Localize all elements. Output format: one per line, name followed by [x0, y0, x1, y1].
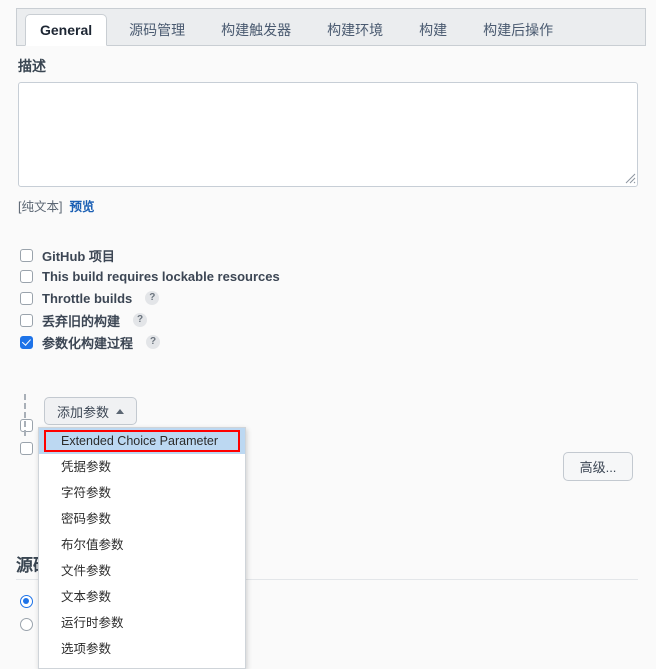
help-icon-discard-old-builds[interactable]: ?: [133, 313, 148, 327]
add-parameter-menu[interactable]: Extended Choice Parameter 凭据参数 字符参数 密码参数…: [38, 427, 246, 669]
menu-item-password-parameter[interactable]: 密码参数: [39, 506, 245, 532]
description-label: 描述: [18, 58, 46, 74]
preview-link[interactable]: 预览: [69, 196, 94, 215]
advanced-button-label: 高级...: [579, 460, 617, 475]
tab-general[interactable]: General: [25, 14, 108, 46]
menu-item-text-parameter[interactable]: 文本参数: [39, 584, 245, 610]
checkbox-lockable-resources[interactable]: [20, 269, 33, 283]
checkbox-discard-old-builds[interactable]: [20, 313, 33, 327]
plain-text-note: [纯文本]: [18, 200, 63, 214]
option-row-throttle-builds[interactable]: Throttle builds ?: [20, 289, 160, 307]
option-row-github-project[interactable]: GitHub 项目: [20, 246, 115, 264]
help-icon-parameterized-build[interactable]: ?: [146, 335, 161, 349]
tab-build[interactable]: 构建: [405, 15, 461, 45]
checkbox-github-project[interactable]: [20, 248, 33, 262]
add-parameter-label: 添加参数: [57, 404, 110, 420]
tab-post-build-actions[interactable]: 构建后操作: [469, 15, 567, 45]
parameter-connector-line: [24, 394, 26, 436]
description-format-row: [纯文本] 预览: [18, 196, 94, 215]
menu-item-choice-parameter[interactable]: 选项参数: [39, 636, 245, 662]
menu-item-file-parameter[interactable]: 文件参数: [39, 558, 245, 584]
general-settings-panel: 描述 [纯文本] 预览 GitHub 项目 This build require…: [0, 46, 656, 669]
option-label-lockable-resources[interactable]: This build requires lockable resources: [42, 269, 280, 284]
tab-bar: General 源码管理 构建触发器 构建环境 构建 构建后操作: [16, 8, 646, 46]
menu-item-run-parameter[interactable]: 运行时参数: [39, 610, 245, 636]
checkbox-parameterized-build[interactable]: [20, 335, 33, 349]
scm-radio-none[interactable]: [20, 595, 33, 608]
option-row-discard-old-builds[interactable]: 丢弃旧的构建 ?: [20, 311, 148, 330]
menu-item-string-parameter[interactable]: 字符参数: [39, 480, 245, 506]
option-row-parameterized-build[interactable]: 参数化构建过程 ?: [20, 333, 161, 352]
scm-radio-git[interactable]: [20, 618, 33, 631]
advanced-button[interactable]: 高级...: [563, 452, 633, 481]
menu-item-extended-choice-parameter[interactable]: Extended Choice Parameter: [39, 428, 245, 454]
menu-item-credentials-parameter[interactable]: 凭据参数: [39, 454, 245, 480]
caret-up-icon: [116, 408, 125, 414]
tab-build-triggers[interactable]: 构建触发器: [207, 15, 305, 45]
checkbox-throttle-builds[interactable]: [20, 291, 33, 305]
description-textarea[interactable]: [18, 82, 638, 187]
option-label-github-project[interactable]: GitHub 项目: [42, 246, 115, 265]
option-label-throttle-builds[interactable]: Throttle builds: [42, 291, 132, 306]
menu-item-boolean-parameter[interactable]: 布尔值参数: [39, 532, 245, 558]
tab-source-management[interactable]: 源码管理: [115, 15, 199, 45]
option-label-discard-old-builds[interactable]: 丢弃旧的构建: [42, 311, 120, 330]
checkbox-obscured-1[interactable]: [20, 418, 33, 432]
add-parameter-button[interactable]: 添加参数: [44, 397, 138, 425]
option-row-lockable-resources[interactable]: This build requires lockable resources: [20, 267, 280, 285]
checkbox-obscured-2[interactable]: [20, 441, 33, 455]
tab-build-environment[interactable]: 构建环境: [313, 15, 397, 45]
option-label-parameterized-build[interactable]: 参数化构建过程: [42, 333, 133, 352]
help-icon-throttle-builds[interactable]: ?: [145, 291, 160, 305]
